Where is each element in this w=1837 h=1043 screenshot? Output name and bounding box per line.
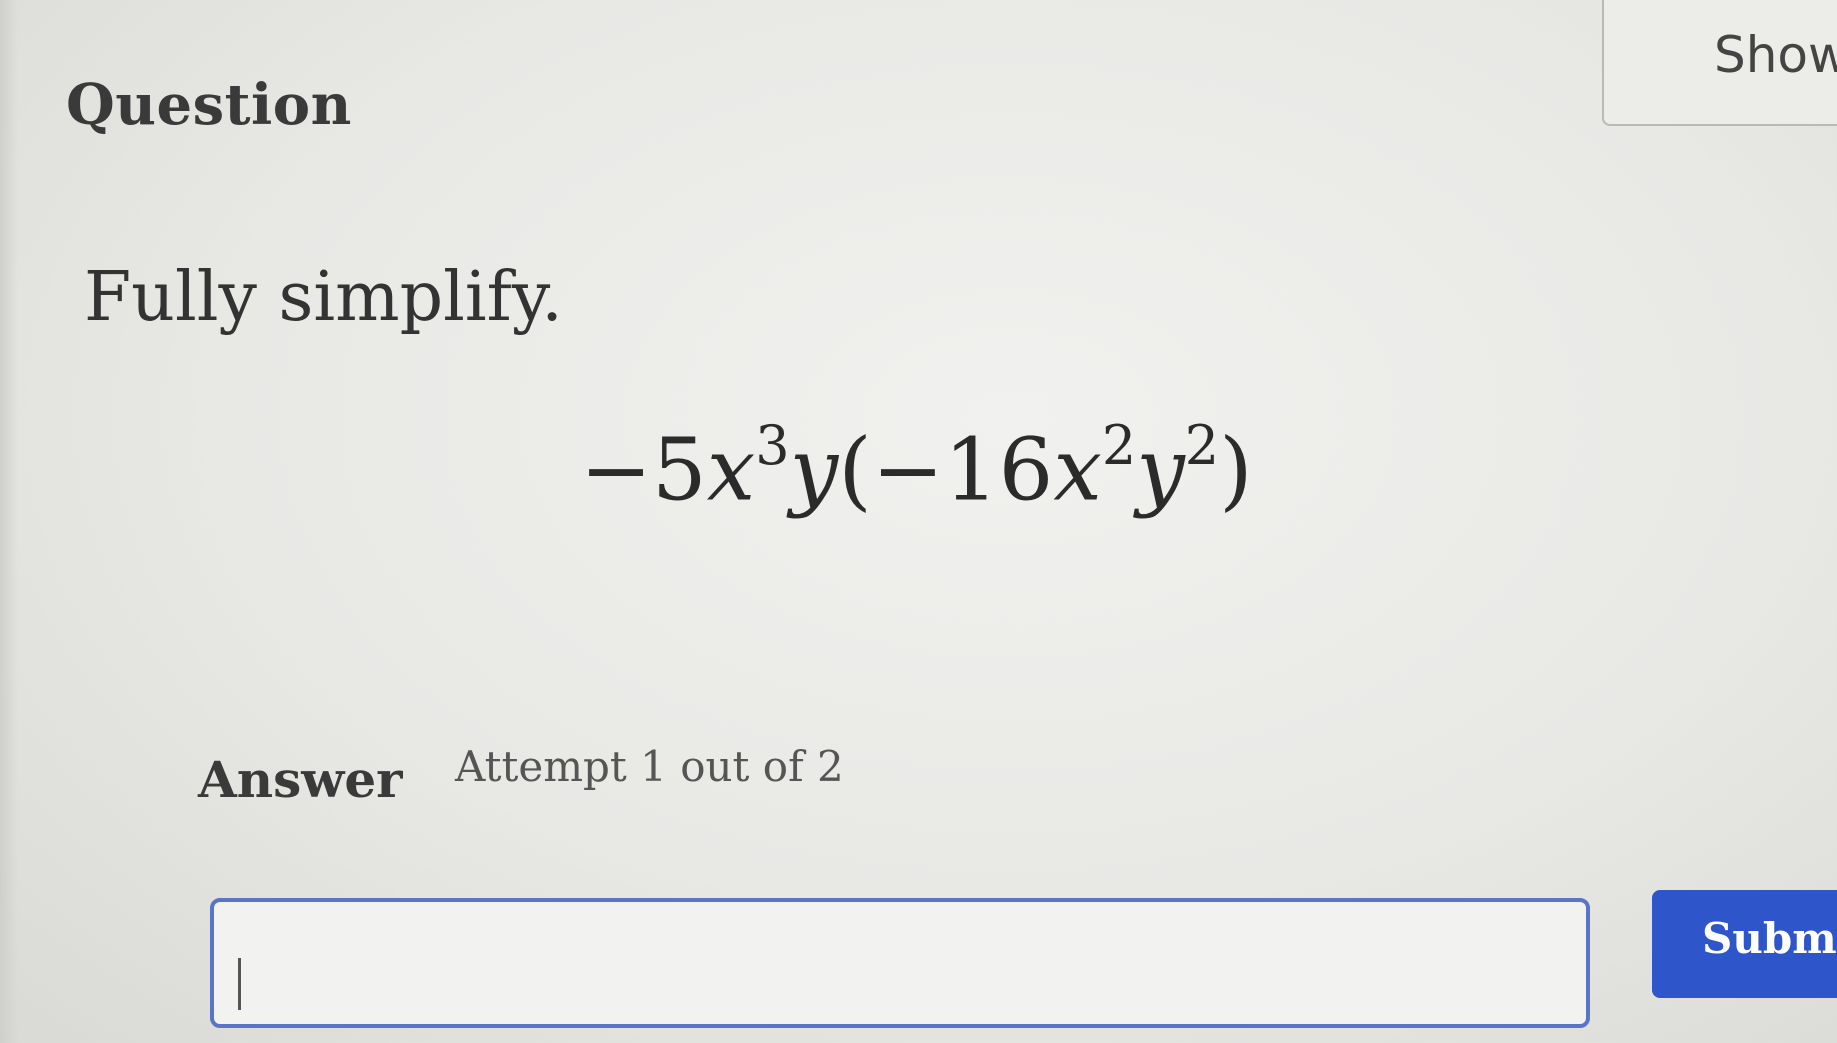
- expression-variable-y-1: y: [789, 420, 839, 521]
- attempt-counter: Attempt 1 out of 2: [455, 742, 844, 791]
- answer-label: Answer: [198, 750, 403, 809]
- submit-button-label: Submit: [1702, 914, 1837, 963]
- question-page: Question Show Fully simplify. −5x3y(−16x…: [0, 0, 1837, 1043]
- expression-exponent-2: 2: [1101, 414, 1137, 477]
- expression-coefficient-1: −5: [580, 420, 707, 521]
- math-expression: −5x3y(−16x2y2): [580, 414, 1253, 521]
- expression-variable-x-1: x: [706, 420, 756, 521]
- expression-variable-y-2: y: [1136, 420, 1185, 521]
- question-title: Question: [66, 72, 352, 138]
- question-instruction: Fully simplify.: [84, 258, 563, 337]
- expression-close-paren: ): [1219, 420, 1253, 521]
- expression-exponent-1: 3: [755, 414, 790, 477]
- show-button[interactable]: Show: [1602, 0, 1837, 126]
- submit-button[interactable]: Submit: [1652, 890, 1837, 998]
- show-button-label: Show: [1714, 26, 1837, 84]
- text-cursor: [238, 958, 241, 1010]
- left-edge-shadow: [0, 0, 18, 1043]
- expression-exponent-3: 2: [1184, 414, 1220, 477]
- expression-variable-x-2: x: [1053, 420, 1102, 521]
- expression-open-paren: (: [838, 420, 872, 521]
- expression-coefficient-2: −16: [871, 420, 1054, 521]
- answer-input[interactable]: [210, 898, 1590, 1028]
